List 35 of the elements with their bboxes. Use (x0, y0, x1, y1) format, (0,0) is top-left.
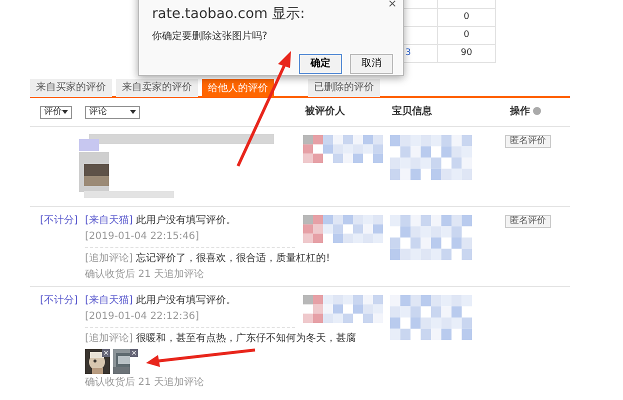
review-time: [2019-01-04 22:15:46] (85, 230, 200, 243)
followup-note: 确认收货后 21 天追加评论 (85, 268, 206, 281)
tab[interactable]: 来自买家的评价 (30, 79, 112, 97)
review-time: [2019-01-04 22:12:36] (85, 310, 200, 323)
anonymous-review-button[interactable]: 匿名评价 (505, 215, 551, 228)
filter-select[interactable]: 评论 (85, 106, 140, 119)
score-note: [不计分] (40, 294, 79, 308)
tab[interactable]: 已删除的评价 (308, 79, 380, 97)
dialog-button[interactable]: 取消 (350, 54, 393, 74)
filter-select[interactable]: 评价 (40, 106, 72, 119)
followup-text: 很暖和，甚至有点热，广东仔不知何为冬天，甚腐 (136, 333, 356, 344)
caret-icon (62, 110, 68, 114)
source-tag: [来自天猫] (85, 215, 133, 226)
dialog-button[interactable]: 确定 (299, 54, 342, 74)
dialog-message: 你确定要删除这张图片吗? (152, 30, 268, 44)
caret-icon (130, 110, 136, 114)
table-cell: 0 (438, 26, 496, 44)
followup-tag: [追加评论] (85, 333, 133, 344)
tab[interactable]: 来自卖家的评价 (116, 79, 198, 97)
table-cell: 0 (438, 8, 496, 26)
score-note: [不计分] (40, 214, 79, 228)
column-header: 操作 (510, 106, 530, 118)
followup-text: 忘记评价了，很喜欢，很合适，质量杠杠的! (136, 253, 330, 264)
followup-note: 确认收货后 21 天追加评论 (85, 376, 206, 389)
review-text: 此用户没有填写评价。 (136, 295, 236, 306)
table-cell: 90 (438, 44, 496, 62)
dialog-title: rate.taobao.com 显示: (152, 5, 305, 24)
followup-tag: [追加评论] (85, 253, 133, 264)
help-icon[interactable] (533, 107, 541, 116)
anonymous-review-button[interactable]: 匿名评价 (505, 135, 551, 148)
column-header: 宝贝信息 (392, 106, 432, 118)
review-text: 此用户没有填写评价。 (136, 215, 236, 226)
source-tag: [来自天猫] (85, 295, 133, 306)
close-button[interactable]: × (388, 0, 397, 9)
column-header: 被评价人 (305, 106, 345, 118)
